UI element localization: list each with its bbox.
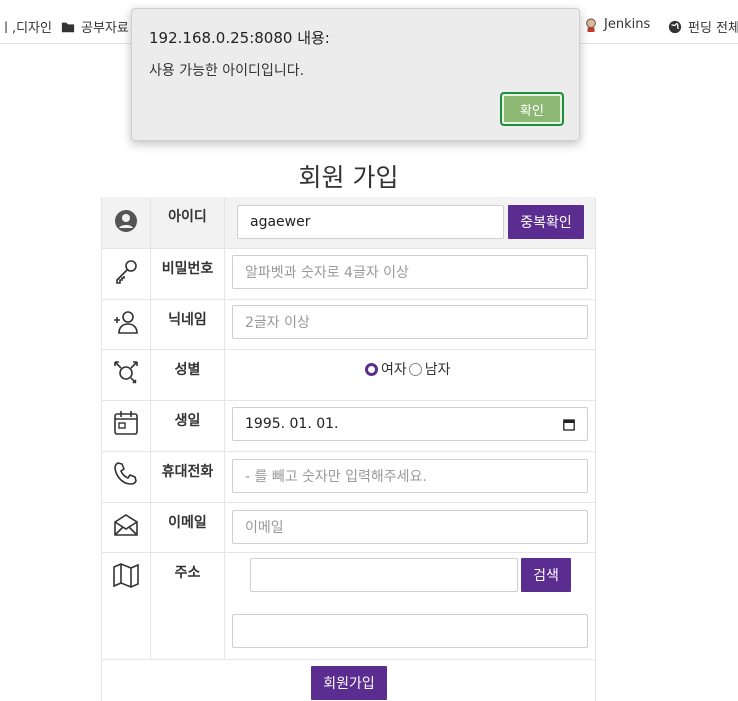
bookmark-label: Jenkins [604,17,651,32]
radio-male[interactable] [408,362,422,376]
page-title: 회원 가입 [298,163,399,192]
address-detail-input[interactable] [232,614,588,648]
globe-icon [668,20,682,33]
row-birth: 생일 1995. 01. 01. [102,401,595,452]
calendar-picker-icon[interactable] [563,418,575,431]
alert-dialog: 192.168.0.25:8080 내용: 사용 가능한 아이디입니다. 확인 [131,8,580,141]
bookmark-label: 공부자료 [81,21,129,36]
dialog-title: 192.168.0.25:8080 내용: [149,29,330,47]
radio-female-label: 여자 [381,362,407,378]
radio-male-label: 남자 [424,362,451,378]
folder-icon [61,22,75,32]
gender-radio-group: 여자 남자 [365,359,451,379]
bookmark-jenkins[interactable]: Jenkins [584,17,650,32]
bookmark-design[interactable]: ㅣ,디자인 [0,17,52,36]
row-gender: 성별 여자 남자 [102,350,595,401]
row-email: 이메일 이메일 [102,503,595,553]
dialog-ok-button[interactable]: 확인 [500,92,564,126]
user-circle-icon [115,210,137,232]
duplicate-check-button[interactable]: 중복확인 [508,205,584,239]
password-input[interactable]: 알파벳과 숫자로 4글자 이상 [232,255,588,289]
row-password: 비밀번호 알파벳과 숫자로 4글자 이상 [102,249,595,300]
key-icon [116,260,137,284]
map-icon [113,563,139,588]
bookmark-study[interactable]: 공부자료 [61,17,129,36]
row-address: 주소 검색 [102,553,595,660]
gender-label: 성별 [174,362,201,378]
bookmark-funding[interactable]: 펀딩 전체 [668,17,738,36]
jenkins-icon [586,17,596,32]
phone-icon [114,462,137,485]
birth-date-value: 1995. 01. 01. [245,416,339,432]
phone-input[interactable]: - 를 빼고 숫자만 입력해주세요. [232,459,588,493]
bookmark-label: ㅣ,디자인 [0,21,52,36]
birth-date-input[interactable]: 1995. 01. 01. [232,407,588,441]
row-nickname: 닉네임 2글자 이상 [102,300,595,350]
row-id: 아이디 agaewer 중복확인 [102,197,595,249]
signup-form-table: 아이디 agaewer 중복확인 비밀번호 알파벳과 숫자로 4글자 이상 닉네… [101,197,596,701]
email-input[interactable]: 이메일 [232,510,588,544]
address-postcode-input[interactable] [250,558,518,592]
envelope-icon [114,514,138,536]
birth-label: 생일 [174,413,201,429]
bookmark-label: 펀딩 전체 [688,21,738,36]
password-label: 비밀번호 [161,261,214,277]
id-label: 아이디 [168,209,207,225]
add-user-icon [114,311,138,334]
address-search-button[interactable]: 검색 [521,558,571,592]
email-label: 이메일 [168,515,207,531]
id-input[interactable]: agaewer [237,205,504,239]
gender-icon [114,361,138,384]
row-submit: 회원가입 [102,660,595,701]
signup-submit-button[interactable]: 회원가입 [311,666,387,700]
nickname-label: 닉네임 [168,312,207,328]
calendar-icon [114,411,138,435]
dialog-message: 사용 가능한 아이디입니다. [149,63,305,79]
phone-label: 휴대전화 [161,464,214,480]
row-phone: 휴대전화 - 를 빼고 숫자만 입력해주세요. [102,452,595,503]
address-label: 주소 [174,565,201,581]
nickname-input[interactable]: 2글자 이상 [232,305,588,339]
radio-female[interactable] [365,362,378,376]
